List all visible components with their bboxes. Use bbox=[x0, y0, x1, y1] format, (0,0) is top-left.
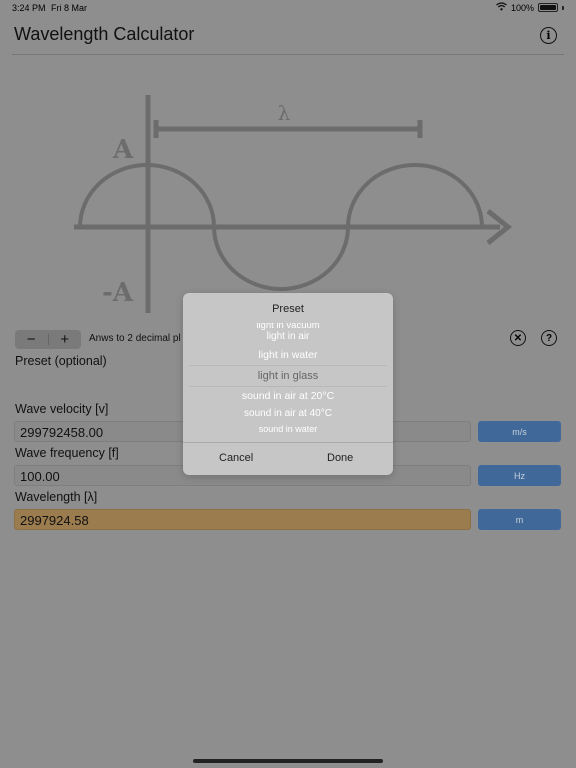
preset-label: Preset (optional) bbox=[15, 354, 107, 368]
battery-icon bbox=[538, 3, 558, 12]
frequency-unit-button[interactable]: Hz bbox=[478, 465, 561, 486]
frequency-label: Wave frequency [f] bbox=[15, 446, 119, 460]
done-button[interactable]: Done bbox=[327, 452, 353, 464]
picker-option[interactable]: sound in air at 20°C bbox=[189, 390, 387, 402]
home-indicator[interactable] bbox=[193, 759, 383, 763]
status-time: 3:24 PM bbox=[12, 3, 46, 13]
help-icon[interactable]: ? bbox=[541, 330, 557, 346]
wavelength-symbol: λ bbox=[278, 101, 291, 125]
cancel-button[interactable]: Cancel bbox=[219, 452, 253, 464]
page-title: Wavelength Calculator bbox=[14, 24, 195, 44]
precision-label: Anws to 2 decimal pl bbox=[89, 333, 181, 344]
clear-icon[interactable]: ✕ bbox=[510, 330, 526, 346]
wavelength-result[interactable]: 2997924.58 bbox=[14, 509, 471, 530]
info-icon[interactable]: i bbox=[540, 27, 557, 44]
battery-tip bbox=[562, 5, 564, 10]
wavelength-unit-button[interactable]: m bbox=[478, 509, 561, 530]
picker-option[interactable]: light in water bbox=[189, 349, 387, 361]
status-bar: 3:24 PM Fri 8 Mar 100% bbox=[0, 0, 576, 16]
modal-divider bbox=[183, 442, 393, 443]
amplitude-label: A bbox=[112, 135, 134, 165]
header-divider bbox=[12, 54, 564, 55]
picker-option-selected[interactable]: light in glass bbox=[189, 370, 387, 382]
increment-button[interactable]: + bbox=[49, 330, 82, 349]
status-date: Fri 8 Mar bbox=[51, 3, 87, 13]
picker-option[interactable]: sound in water bbox=[189, 424, 387, 434]
battery-percent: 100% bbox=[510, 2, 534, 13]
picker-option[interactable]: light in vacuum bbox=[189, 323, 387, 331]
picker-option[interactable]: sound in air at 40°C bbox=[189, 408, 387, 419]
modal-title: Preset bbox=[272, 303, 304, 315]
decrement-button[interactable]: − bbox=[15, 330, 48, 349]
status-right: 100% bbox=[496, 2, 564, 13]
precision-stepper: − + bbox=[15, 330, 81, 349]
picker-option[interactable]: light in air bbox=[189, 331, 387, 342]
wave-diagram: λ A -A bbox=[74, 95, 513, 313]
velocity-label: Wave velocity [v] bbox=[15, 402, 109, 416]
neg-amplitude-label: -A bbox=[102, 278, 134, 308]
preset-picker[interactable]: light in vacuum light in air light in wa… bbox=[189, 323, 387, 435]
wavelength-label: Wavelength [λ] bbox=[15, 490, 98, 504]
preset-modal: Preset light in vacuum light in air ligh… bbox=[183, 293, 393, 475]
wifi-icon bbox=[496, 2, 507, 13]
velocity-unit-button[interactable]: m/s bbox=[478, 421, 561, 442]
